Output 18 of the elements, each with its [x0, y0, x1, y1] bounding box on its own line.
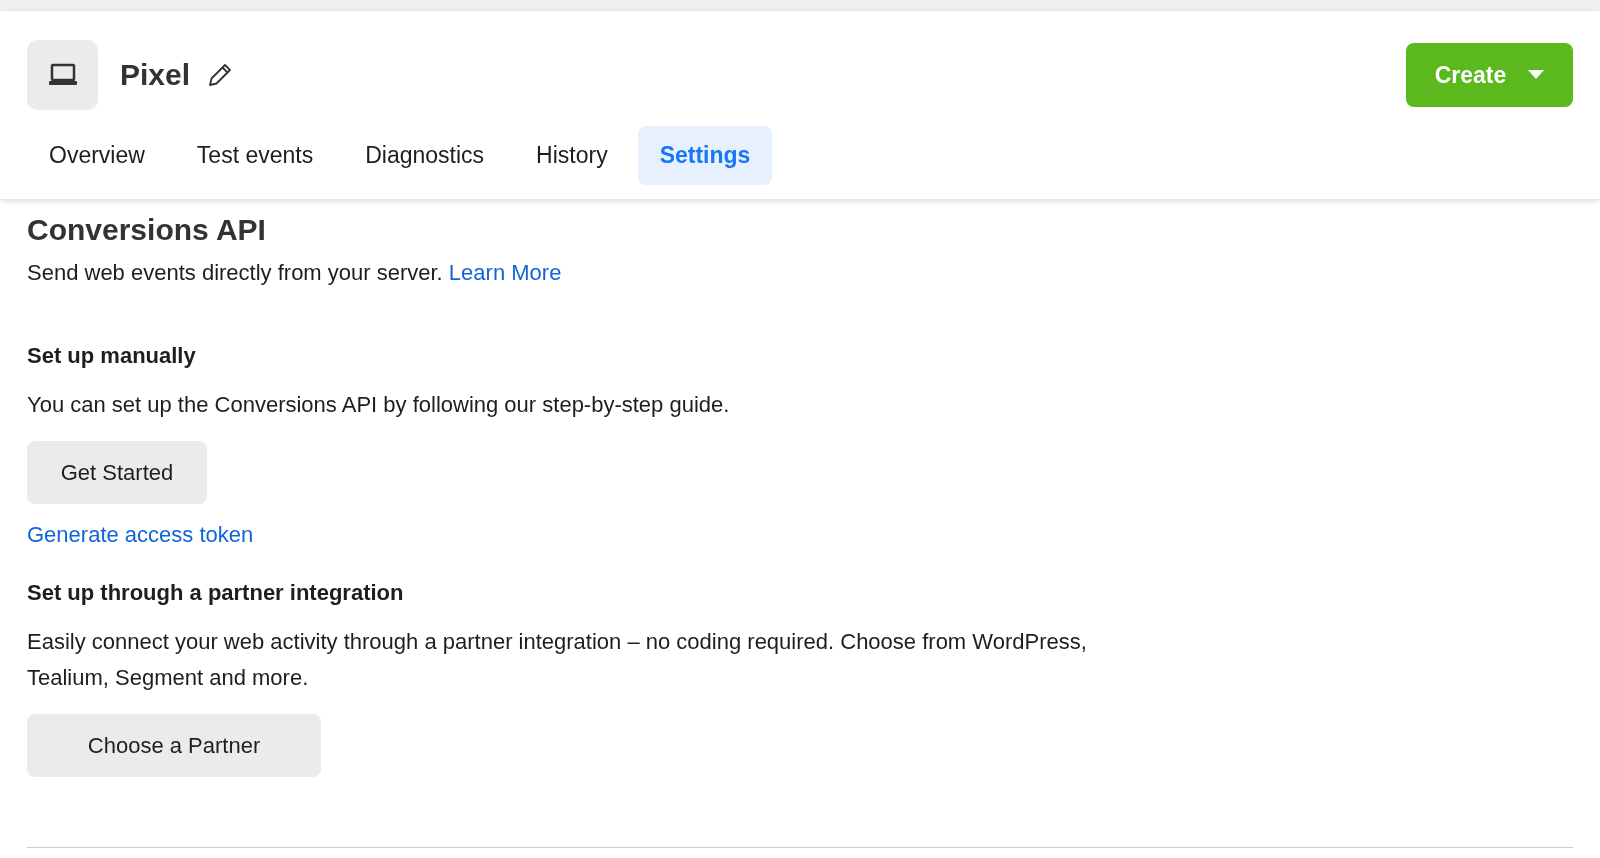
generate-token-link[interactable]: Generate access token [27, 522, 254, 548]
subheading: Set up through a partner integration [27, 580, 405, 606]
tab[interactable]: Overview [27, 126, 167, 185]
tab[interactable]: Diagnostics [343, 126, 507, 185]
page-title: Pixel [120, 58, 191, 92]
description-text: You can set up the Conversions API by following our step-by-step guide. [27, 391, 731, 419]
get-started-button[interactable]: Get Started [27, 441, 207, 504]
tab[interactable]: History [514, 126, 630, 185]
intro-text: Send web events directly from your server. Learn More [27, 259, 563, 287]
laptop-icon [27, 40, 98, 110]
subheading: Set up manually [27, 343, 197, 369]
description-text: Easily connect your web activity through a partner integration – no coding required. Choose from WordPress, Tealium, Segment and more. [27, 628, 1088, 692]
learn-more-link[interactable]: Learn More [448, 260, 562, 285]
caret-icon [1528, 70, 1545, 80]
section-heading: Conversions API [27, 213, 267, 247]
tab[interactable]: Settings [637, 126, 773, 185]
tab[interactable]: Test events [174, 126, 336, 185]
choose-partner-button[interactable]: Choose a Partner [27, 714, 321, 777]
